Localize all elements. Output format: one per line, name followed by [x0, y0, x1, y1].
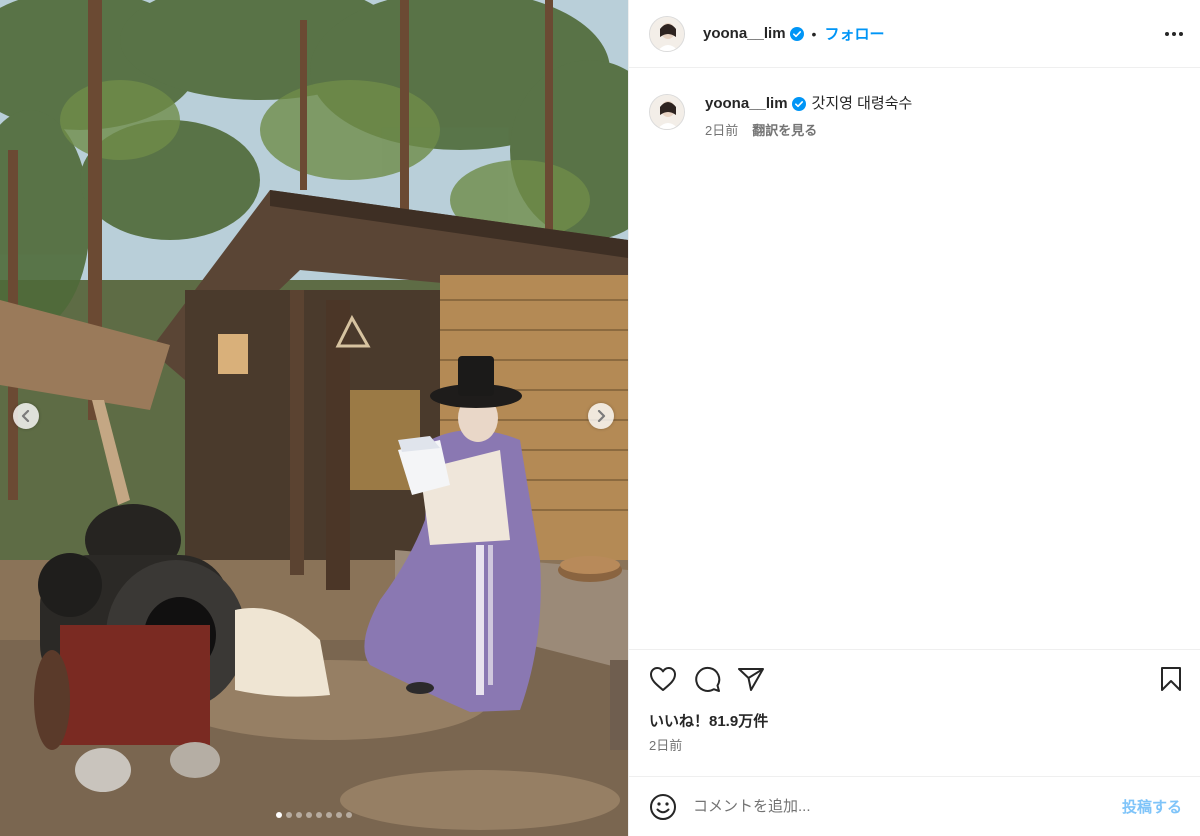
more-horizontal-icon [1165, 31, 1183, 36]
caption-line: yoona__lim 갓지영 대령숙수 [705, 94, 912, 114]
carousel-dot [336, 812, 342, 818]
caption-timestamp[interactable]: 2日前 [705, 120, 738, 139]
caption-avatar[interactable] [649, 94, 685, 130]
post-date[interactable]: 2日前 [629, 735, 1200, 754]
post-info-panel: yoona__lim • フォロー yoona__lim 갓지영 대령숙수 2日… [628, 0, 1200, 836]
verified-badge-icon [789, 26, 804, 41]
engagement-section: いいね！81.9万件 2日前 [629, 649, 1200, 776]
chevron-right-icon [597, 410, 606, 422]
heart-icon [650, 667, 676, 691]
caption: yoona__lim 갓지영 대령숙수 2日前 翻訳を見る [649, 94, 1184, 139]
carousel-pagination [0, 812, 628, 818]
carousel-next-button[interactable] [588, 403, 614, 429]
profile-photo-avatar [650, 16, 684, 51]
author-username[interactable]: yoona__lim [703, 25, 786, 42]
see-translation-button[interactable]: 翻訳を見る [752, 120, 817, 139]
comment-input[interactable] [693, 798, 1122, 815]
post-comment-button[interactable]: 投稿する [1122, 796, 1182, 817]
caption-username[interactable]: yoona__lim [705, 94, 788, 114]
profile-photo-avatar [650, 95, 684, 129]
emoji-icon [650, 793, 676, 820]
caption-body: yoona__lim 갓지영 대령숙수 2日前 翻訳を見る [705, 94, 912, 139]
comment-button[interactable] [693, 665, 721, 693]
separator: • [811, 25, 817, 42]
comments-section: yoona__lim 갓지영 대령숙수 2日前 翻訳を見る [629, 68, 1200, 649]
save-button[interactable] [1160, 666, 1182, 692]
likes-count[interactable]: いいね！81.9万件 [629, 710, 1200, 731]
carousel-dot [296, 812, 302, 818]
instagram-post-modal: yoona__lim • フォロー yoona__lim 갓지영 대령숙수 2日… [0, 0, 1200, 836]
share-button[interactable] [737, 666, 765, 692]
post-media-carousel[interactable] [0, 0, 628, 836]
follow-button[interactable]: フォロー [824, 23, 884, 44]
carousel-prev-button[interactable] [13, 403, 39, 429]
comment-icon [695, 666, 721, 692]
caption-meta: 2日前 翻訳を見る [705, 120, 912, 139]
carousel-dot [276, 812, 282, 818]
bookmark-icon [1161, 667, 1181, 691]
carousel-dot [346, 812, 352, 818]
carousel-dot [326, 812, 332, 818]
carousel-dot [316, 812, 322, 818]
like-button[interactable] [649, 666, 677, 692]
carousel-dot [306, 812, 312, 818]
share-icon [738, 668, 764, 691]
post-photo [0, 0, 628, 836]
chevron-left-icon [21, 410, 30, 422]
verified-badge-icon [791, 97, 806, 111]
add-comment-bar: 投稿する [629, 776, 1200, 836]
carousel-dot [286, 812, 292, 818]
caption-text: 갓지영 대령숙수 [811, 95, 913, 112]
more-options-button[interactable] [1164, 31, 1184, 37]
emoji-button[interactable] [649, 793, 677, 821]
post-header: yoona__lim • フォロー [629, 0, 1200, 68]
avatar[interactable] [649, 15, 685, 52]
action-bar [629, 650, 1200, 708]
